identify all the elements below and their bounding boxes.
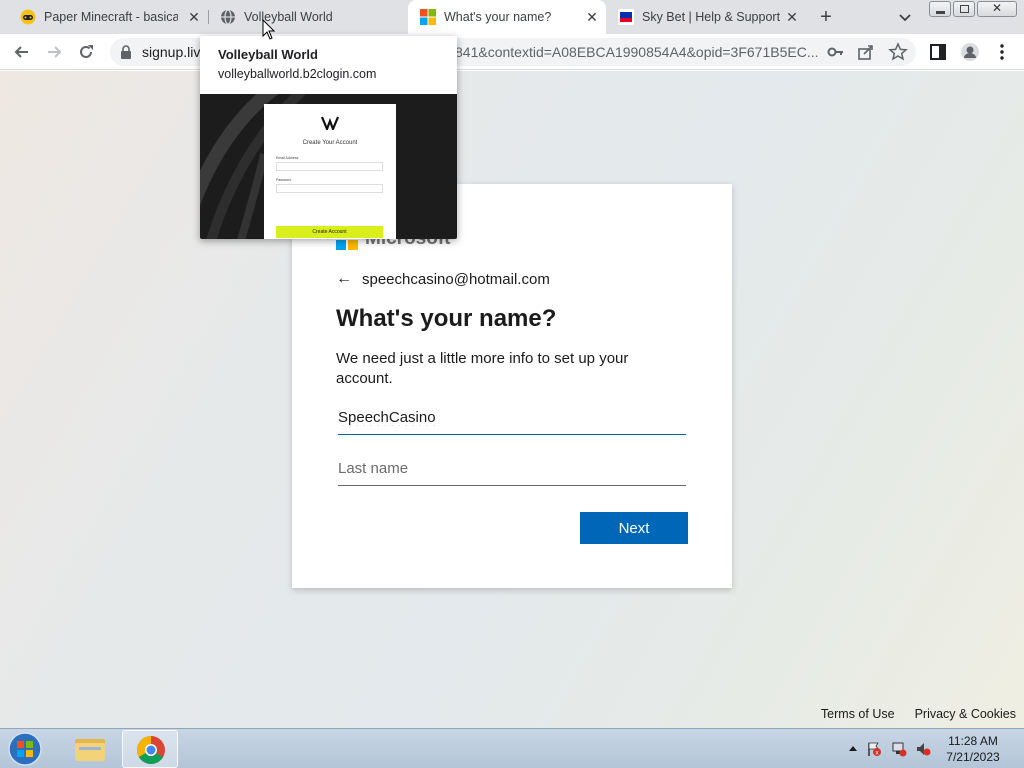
network-icon[interactable] [891, 741, 907, 757]
tab-hover-card: Volleyball World volleyballworld.b2clogi… [200, 36, 457, 239]
tab-paper-minecraft[interactable]: Paper Minecraft - basically ✕ [8, 0, 208, 34]
clock-date: 7/21/2023 [946, 750, 1000, 764]
taskbar-explorer[interactable] [62, 730, 118, 768]
hover-card-preview: Create Your Account Email Address Passwo… [200, 94, 457, 239]
tab-close-icon[interactable]: ✕ [584, 9, 600, 25]
tab-close-icon[interactable]: ✕ [784, 9, 800, 25]
bookmark-star-icon[interactable] [888, 42, 908, 62]
new-tab-button[interactable]: + [816, 7, 836, 27]
restore-button[interactable] [953, 1, 975, 17]
tab-strip: Paper Minecraft - basically ✕ Volleyball… [0, 0, 1024, 34]
tab-close-icon[interactable]: ✕ [186, 9, 202, 25]
back-arrow-icon[interactable]: ← [336, 270, 358, 288]
volume-muted-icon[interactable] [915, 741, 931, 757]
chevron-down-icon[interactable] [896, 8, 914, 26]
profile-avatar-icon[interactable] [960, 42, 980, 62]
page-title: What's your name? [336, 305, 557, 332]
svg-text:x: x [875, 750, 879, 757]
preview-email-label: Email Address [276, 156, 299, 160]
url-text: signup.liv [142, 44, 201, 60]
system-clock[interactable]: 11:28 AM 7/21/2023 [936, 733, 1010, 765]
preview-password-label: Password [276, 178, 292, 182]
hover-card-title: Volleyball World [218, 47, 318, 62]
terms-of-use-link[interactable]: Terms of Use [821, 707, 895, 721]
minimize-button[interactable] [929, 1, 951, 17]
mouse-cursor-icon [262, 19, 276, 40]
globe-icon [221, 9, 235, 25]
close-window-button[interactable]: ✕ [977, 1, 1017, 17]
first-name-input[interactable] [338, 405, 686, 435]
reload-icon[interactable] [76, 42, 96, 62]
share-icon[interactable] [856, 42, 876, 62]
microsoft-logo-icon [420, 9, 436, 25]
url-text-tail: 841&contextid=A08EBCA1990854A4&opid=3F67… [455, 44, 819, 60]
show-hidden-icons-icon[interactable] [845, 741, 861, 757]
preview-signup-form: Create Your Account Email Address Passwo… [264, 104, 396, 239]
lock-icon[interactable] [120, 45, 132, 59]
page-description: We need just a little more info to set u… [336, 350, 629, 387]
last-name-input[interactable] [338, 456, 686, 486]
identity-email: speechcasino@hotmail.com [362, 270, 550, 288]
clock-time: 11:28 AM [948, 734, 998, 748]
gamepad-icon [20, 9, 36, 25]
minimize-icon [936, 11, 945, 14]
next-button[interactable]: Next [580, 512, 688, 544]
back-icon[interactable] [12, 42, 32, 62]
tab-title: Paper Minecraft - basically [44, 10, 178, 24]
windows-taskbar: x 11:28 AM 7/21/2023 [0, 728, 1024, 768]
chrome-icon [137, 736, 165, 764]
volleyball-world-logo-icon [321, 116, 339, 130]
identity-banner[interactable]: ← speechcasino@hotmail.com [336, 270, 550, 288]
browser-toolbar: signup.liv 841&contextid=A08EBCA1990854A… [0, 34, 1024, 70]
close-icon: ✕ [991, 1, 1003, 15]
start-button-icon[interactable] [6, 731, 44, 767]
restore-icon [960, 5, 969, 13]
preview-heading: Create Your Account [302, 140, 358, 146]
forward-icon[interactable] [44, 42, 64, 62]
tab-whats-your-name[interactable]: What's your name? ✕ [408, 0, 606, 34]
tab-volleyball-world[interactable]: Volleyball World [208, 0, 408, 34]
preview-password-input [276, 184, 383, 193]
privacy-cookies-link[interactable]: Privacy & Cookies [915, 707, 1016, 721]
preview-create-account-button: Create Account [276, 226, 383, 238]
key-icon[interactable] [826, 42, 846, 62]
action-center-flag-icon[interactable]: x [866, 741, 882, 757]
tab-title: What's your name? [444, 10, 552, 24]
taskbar-chrome[interactable] [122, 730, 178, 768]
folder-icon [75, 739, 105, 761]
tab-skybet[interactable]: Sky Bet | Help & Support ✕ [606, 0, 806, 34]
side-panel-icon[interactable] [928, 42, 948, 62]
more-menu-icon[interactable] [992, 42, 1012, 62]
hover-card-domain: volleyballworld.b2clogin.com [218, 67, 377, 81]
page-content: Microsoft ← speechcasino@hotmail.com Wha… [0, 71, 1024, 728]
skybet-icon [618, 9, 634, 25]
footer-links: Terms of Use Privacy & Cookies [821, 707, 1016, 721]
preview-email-input [276, 162, 383, 171]
signup-card: Microsoft ← speechcasino@hotmail.com Wha… [292, 184, 732, 588]
tab-title: Sky Bet | Help & Support [642, 10, 781, 24]
